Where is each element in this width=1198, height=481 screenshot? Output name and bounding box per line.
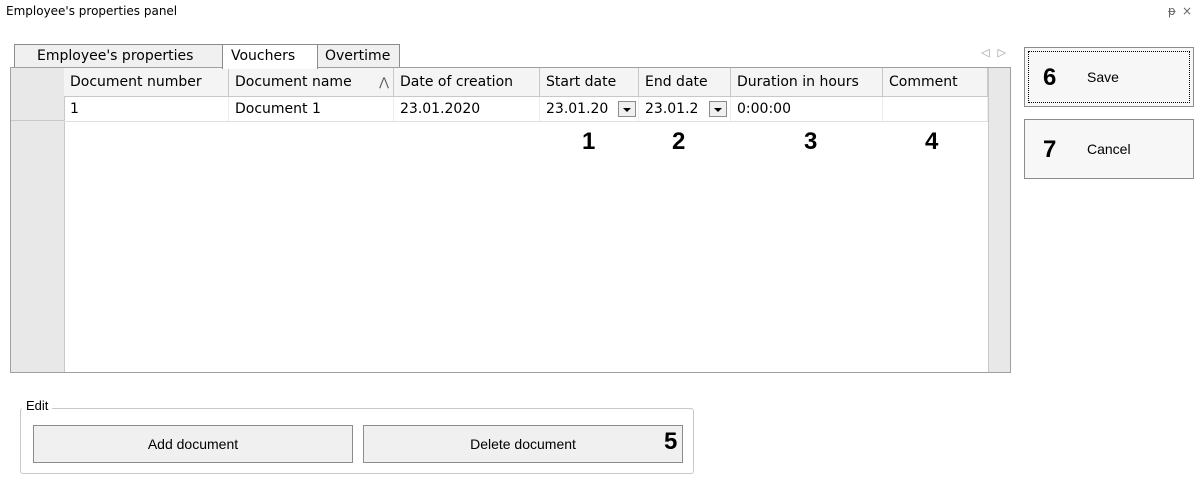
grid-scroll-column[interactable] xyxy=(988,68,1010,372)
cell-duration[interactable]: 0:00:00 xyxy=(731,97,883,121)
cell-document-name[interactable]: Document 1 xyxy=(229,97,394,121)
close-icon[interactable]: × xyxy=(1182,4,1192,18)
end-date-value: 23.01.2 xyxy=(645,101,699,117)
sort-ascending-icon: ⋀ xyxy=(379,75,389,89)
save-button[interactable]: 6 Save xyxy=(1024,47,1194,107)
vouchers-grid: Document number Document name ⋀ Date of c… xyxy=(10,67,1011,373)
end-date-dropdown-icon[interactable] xyxy=(709,101,727,117)
marker-2: 2 xyxy=(672,128,686,155)
col-header-end-date[interactable]: End date xyxy=(639,68,731,96)
tab-overtime[interactable]: Overtime xyxy=(316,44,400,67)
add-document-button[interactable]: Add document xyxy=(33,425,353,463)
marker-1: 1 xyxy=(582,128,596,155)
save-button-label: Save xyxy=(1087,69,1119,85)
marker-7: 7 xyxy=(1043,136,1057,163)
col-header-duration[interactable]: Duration in hours xyxy=(731,68,883,96)
delete-document-button[interactable]: Delete document xyxy=(363,425,683,463)
tab-employee-properties[interactable]: Employee's properties xyxy=(14,44,224,67)
marker-3: 3 xyxy=(804,128,818,155)
col-header-document-number[interactable]: Document number xyxy=(64,68,229,96)
pin-icon[interactable]: ᵽ xyxy=(1168,4,1176,18)
cell-comment[interactable] xyxy=(883,97,988,121)
col-header-date-of-creation[interactable]: Date of creation xyxy=(394,68,540,96)
cancel-button-label: Cancel xyxy=(1087,141,1131,157)
panel-controls: ᵽ × xyxy=(1162,4,1192,18)
col-header-start-date[interactable]: Start date xyxy=(540,68,639,96)
tab-scroll-arrows: ◁ ▷ xyxy=(973,46,1006,59)
tab-strip: Employee's properties Vouchers Overtime … xyxy=(8,44,1010,69)
cell-date-of-creation[interactable]: 23.01.2020 xyxy=(394,97,540,121)
start-date-value: 23.01.20 xyxy=(546,101,609,117)
col-header-document-name-label: Document name xyxy=(235,74,352,90)
cell-start-date[interactable]: 23.01.20 xyxy=(540,97,639,121)
row-selector[interactable] xyxy=(11,97,64,121)
cell-document-number[interactable]: 1 xyxy=(64,97,229,121)
cancel-button[interactable]: 7 Cancel xyxy=(1024,119,1194,179)
start-date-dropdown-icon[interactable] xyxy=(618,101,636,117)
tab-vouchers[interactable]: Vouchers xyxy=(222,44,318,69)
col-header-document-name[interactable]: Document name ⋀ xyxy=(229,68,394,96)
tab-scroll-left-icon[interactable]: ◁ xyxy=(981,46,989,59)
panel-title: Employee's properties panel xyxy=(6,4,178,18)
grid-header: Document number Document name ⋀ Date of c… xyxy=(64,68,988,97)
cell-end-date[interactable]: 23.01.2 xyxy=(639,97,731,121)
edit-group-label: Edit xyxy=(22,398,53,413)
table-row[interactable]: 1 Document 1 23.01.2020 23.01.20 23.01.2… xyxy=(64,97,988,122)
tab-scroll-right-icon[interactable]: ▷ xyxy=(998,46,1006,59)
marker-5: 5 xyxy=(664,428,678,455)
marker-6: 6 xyxy=(1043,64,1057,91)
marker-4: 4 xyxy=(925,128,939,155)
col-header-comment[interactable]: Comment xyxy=(883,68,988,96)
